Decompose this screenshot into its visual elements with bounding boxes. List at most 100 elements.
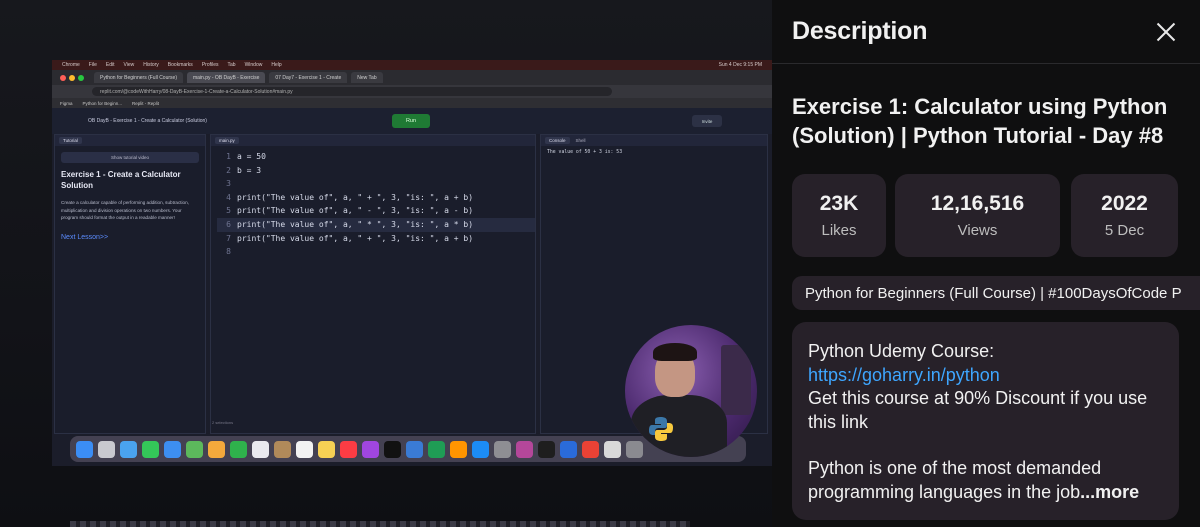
pages-icon	[450, 440, 467, 458]
music-icon	[340, 440, 357, 458]
background-shelf	[721, 345, 751, 415]
code-text: a = 50	[237, 152, 266, 161]
views-stat: 12,16,516 Views	[895, 174, 1060, 257]
editor-status: 2 selections	[212, 420, 234, 425]
line-number: 4	[226, 192, 231, 202]
description-card[interactable]: Python Udemy Course: https://goharry.in/…	[792, 322, 1179, 520]
discount-text: Get this course at 90% Discount if you u…	[808, 388, 1148, 432]
code-text: print("The value of", a, " * ", 3, "is: …	[237, 219, 474, 229]
code-line-highlighted: 6 print("The value of", a, " * ", 3, "is:…	[217, 217, 535, 232]
browser-tab: 07 Day7 - Exercise 1 - Create	[269, 72, 348, 83]
browser-tab-active: main.py - OB DayB - Exercise	[186, 72, 266, 83]
calendar-icon	[252, 440, 269, 458]
more-button[interactable]: ...more	[1080, 482, 1139, 502]
contacts-icon	[274, 440, 291, 458]
mac-menubar: Chrome File Edit View History Bookmarks …	[52, 60, 772, 70]
line-number: 1	[226, 152, 231, 161]
video-title: Exercise 1: Calculator using Python (Sol…	[792, 94, 1168, 148]
browser-urlbar: replit.com/@codeWithHarry/08-DayB-Exerci…	[52, 85, 772, 98]
close-window-icon	[60, 74, 66, 81]
presenter-webcam	[625, 325, 757, 457]
course-label: Python Udemy Course:	[808, 341, 995, 361]
tutorial-pane-tabs: Tutorial	[55, 135, 205, 146]
views-label: Views	[957, 222, 998, 239]
tutorial-body: Create a calculator capable of performin…	[61, 200, 189, 220]
description-paragraph: Python is one of the most demanded progr…	[808, 457, 1163, 504]
panel-title: Description	[792, 17, 928, 45]
replit-header: OB DayB - Exercise 1 - Create a Calculat…	[52, 108, 772, 134]
python-logo-icon	[649, 417, 673, 441]
code-line: 8	[217, 245, 535, 259]
line-number: 8	[226, 247, 231, 257]
terminal-icon	[538, 440, 555, 458]
menubar-item: History	[143, 62, 159, 68]
line-number: 2	[226, 165, 231, 175]
preview-icon	[604, 440, 621, 458]
description-gap	[808, 434, 1163, 457]
run-button: Run	[392, 114, 430, 128]
reminders-icon	[296, 440, 313, 458]
next-lesson-link: Next Lesson>>	[61, 233, 109, 241]
tv-icon	[384, 440, 401, 458]
menubar-item: Chrome	[62, 62, 80, 68]
vscode-icon	[560, 440, 577, 458]
browser-tab: New Tab	[351, 72, 383, 83]
browser-tab: Python for Beginners (Full Course)	[94, 72, 183, 83]
code-line: 7 print("The value of", a, " + ", 3, "is:…	[217, 232, 535, 246]
description-line: Python Udemy Course: https://goharry.in/…	[808, 340, 1163, 387]
podcasts-icon	[362, 440, 379, 458]
console-pane-tabs: Console Shell	[541, 135, 767, 146]
maximize-window-icon	[78, 74, 84, 81]
editor-pane: main.py 1 a = 50 2 b = 3 3 4 print("The val…	[210, 134, 536, 434]
editor-pane-tabs: main.py	[211, 135, 535, 146]
numbers-icon	[428, 440, 445, 458]
messages-icon	[142, 440, 159, 458]
code-block: 1 a = 50 2 b = 3 3 4 print("The value of", …	[211, 146, 535, 259]
tutorial-pane: Tutorial Show tutorial video Exercise 1 …	[54, 134, 206, 434]
chrome-icon	[582, 440, 599, 458]
bookmark-item: Figma	[60, 100, 73, 106]
python-demand-text: Python is one of the most demanded progr…	[808, 458, 1102, 502]
maps-icon	[186, 440, 203, 458]
upload-year: 2022	[1101, 192, 1148, 215]
views-count: 12,16,516	[930, 192, 1025, 215]
menubar-item: View	[123, 62, 135, 68]
launchpad-icon	[98, 440, 115, 458]
code-text: print("The value of", a, " + ", 3, "is: …	[237, 192, 474, 202]
system-settings-icon	[494, 440, 511, 458]
console-output: The value of 50 + 3 is: 53	[547, 150, 623, 155]
notes-icon	[318, 440, 335, 458]
tutorial-tab: Tutorial	[59, 137, 82, 144]
menubar-item: Edit	[105, 62, 115, 68]
line-number: 6	[226, 219, 231, 229]
shell-tab: Shell	[575, 138, 586, 143]
likes-stat: 23K Likes	[792, 174, 886, 257]
playlist-chip[interactable]: Python for Beginners (Full Course) | #10…	[792, 276, 1200, 310]
browser-tabbar: Python for Beginners (Full Course) main.…	[52, 70, 772, 85]
code-text: b = 3	[237, 165, 262, 175]
line-number: 5	[226, 206, 231, 216]
upload-date: 5 Dec	[1104, 222, 1145, 239]
console-tab: Console	[545, 137, 570, 144]
video-bottom-strip	[70, 521, 690, 527]
invite-button: Invite	[692, 115, 722, 127]
likes-label: Likes	[821, 222, 857, 239]
menubar-item: Tab	[227, 62, 236, 68]
safari-icon	[120, 440, 137, 458]
menubar-item: Window	[244, 62, 263, 68]
close-icon[interactable]	[1152, 18, 1180, 46]
presenter-body	[631, 395, 727, 457]
date-stat: 2022 5 Dec	[1071, 174, 1178, 257]
url-field: replit.com/@codeWithHarry/08-DayB-Exerci…	[92, 87, 612, 96]
menubar-item: Help	[271, 62, 282, 68]
slack-icon	[516, 440, 533, 458]
code-line: 1 a = 50	[217, 150, 535, 164]
code-line: 5 print("The value of", a, " - ", 3, "is:…	[217, 204, 535, 218]
mail-icon	[164, 440, 181, 458]
video-player[interactable]: Chrome File Edit View History Bookmarks …	[0, 0, 772, 527]
course-link[interactable]: https://goharry.in/python	[808, 365, 1000, 385]
menubar-item: Profiles	[201, 62, 219, 68]
menubar-item: Bookmarks	[167, 62, 193, 68]
bookmarks-bar: Figma Python for Beginn... Replit - Repl…	[52, 98, 772, 108]
bookmark-item: Replit - Replit	[132, 100, 160, 106]
